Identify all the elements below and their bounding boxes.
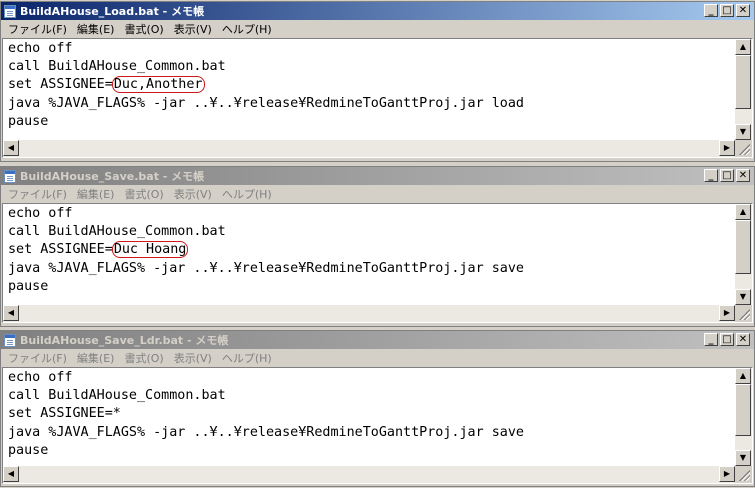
text-editor[interactable]: echo off call BuildAHouse_Common.bat set…: [2, 38, 753, 158]
menu-view[interactable]: 表示(V): [169, 350, 217, 366]
menu-file[interactable]: ファイル(F): [3, 350, 72, 366]
horizontal-scrollbar[interactable]: ◀ ▶: [3, 140, 735, 157]
notepad-window-save-ldr[interactable]: BuildAHouse_Save_Ldr.bat - メモ帳 _ □ ✕ ファイ…: [0, 330, 755, 487]
scroll-thumb[interactable]: [735, 384, 751, 436]
text-line: call BuildAHouse_Common.bat: [8, 59, 226, 75]
resize-grip[interactable]: [735, 140, 752, 157]
menu-edit[interactable]: 編集(E): [72, 350, 120, 366]
text-line: call BuildAHouse_Common.bat: [8, 388, 226, 404]
resize-grip[interactable]: [735, 305, 752, 322]
scroll-left-button[interactable]: ◀: [3, 466, 19, 482]
scroll-up-button[interactable]: ▲: [735, 204, 751, 220]
text-line: call BuildAHouse_Common.bat: [8, 224, 226, 240]
vertical-scrollbar[interactable]: ▲ ▼: [735, 204, 752, 305]
text-content[interactable]: echo off call BuildAHouse_Common.bat set…: [3, 368, 735, 466]
text-line: echo off: [8, 370, 73, 385]
text-line: pause: [8, 113, 49, 129]
text-editor[interactable]: echo off call BuildAHouse_Common.bat set…: [2, 203, 753, 323]
menu-bar: ファイル(F) 編集(E) 書式(O) 表示(V) ヘルプ(H): [1, 20, 754, 38]
resize-grip[interactable]: [735, 466, 752, 483]
menu-view[interactable]: 表示(V): [169, 21, 217, 37]
menu-edit[interactable]: 編集(E): [72, 21, 120, 37]
title-bar[interactable]: BuildAHouse_Save.bat - メモ帳 _ □ ✕: [1, 167, 754, 185]
scroll-down-button[interactable]: ▼: [735, 124, 751, 140]
vertical-scrollbar[interactable]: ▲ ▼: [735, 39, 752, 140]
close-button[interactable]: ✕: [736, 169, 750, 182]
menu-help[interactable]: ヘルプ(H): [217, 350, 277, 366]
title-bar[interactable]: BuildAHouse_Load.bat - メモ帳 _ □ ✕: [1, 2, 754, 20]
notepad-icon[interactable]: [4, 169, 16, 183]
menu-format[interactable]: 書式(O): [119, 186, 168, 202]
scroll-down-button[interactable]: ▼: [735, 450, 751, 466]
menu-format[interactable]: 書式(O): [119, 21, 168, 37]
window-title: BuildAHouse_Save_Ldr.bat - メモ帳: [20, 334, 229, 347]
scroll-thumb[interactable]: [735, 220, 751, 274]
text-line: pause: [8, 278, 49, 294]
notepad-window-save[interactable]: BuildAHouse_Save.bat - メモ帳 _ □ ✕ ファイル(F)…: [0, 166, 755, 327]
menu-format[interactable]: 書式(O): [119, 350, 168, 366]
text-line: set ASSIGNEE=Duc Hoang: [8, 241, 735, 259]
text-content[interactable]: echo off call BuildAHouse_Common.bat set…: [3, 204, 735, 305]
assignee-prefix: set ASSIGNEE=: [8, 77, 113, 93]
text-line: java %JAVA_FLAGS% -jar ..¥..¥release¥Red…: [8, 95, 524, 111]
close-button[interactable]: ✕: [736, 333, 750, 346]
assignee-highlight: Duc Hoang: [111, 241, 189, 259]
horizontal-scrollbar[interactable]: ◀ ▶: [3, 305, 735, 322]
minimize-button[interactable]: _: [704, 333, 718, 346]
scroll-left-button[interactable]: ◀: [3, 140, 19, 156]
text-line: java %JAVA_FLAGS% -jar ..¥..¥release¥Red…: [8, 424, 524, 440]
horizontal-scrollbar[interactable]: ◀ ▶: [3, 466, 735, 483]
scroll-thumb[interactable]: [735, 55, 751, 109]
minimize-button[interactable]: _: [704, 4, 718, 17]
menu-bar: ファイル(F) 編集(E) 書式(O) 表示(V) ヘルプ(H): [1, 349, 754, 367]
scroll-left-button[interactable]: ◀: [3, 305, 19, 321]
scroll-up-button[interactable]: ▲: [735, 39, 751, 55]
menu-bar: ファイル(F) 編集(E) 書式(O) 表示(V) ヘルプ(H): [1, 185, 754, 203]
text-line: echo off: [8, 41, 73, 56]
text-content[interactable]: echo off call BuildAHouse_Common.bat set…: [3, 39, 735, 140]
menu-help[interactable]: ヘルプ(H): [217, 21, 277, 37]
notepad-window-load[interactable]: BuildAHouse_Load.bat - メモ帳 _ □ ✕ ファイル(F)…: [0, 1, 755, 162]
scroll-right-button[interactable]: ▶: [719, 140, 735, 156]
scroll-right-button[interactable]: ▶: [719, 305, 735, 321]
maximize-button[interactable]: □: [720, 169, 734, 182]
text-line: java %JAVA_FLAGS% -jar ..¥..¥release¥Red…: [8, 260, 524, 276]
assignee-prefix: set ASSIGNEE=: [8, 242, 113, 258]
scroll-up-button[interactable]: ▲: [735, 368, 751, 384]
title-bar[interactable]: BuildAHouse_Save_Ldr.bat - メモ帳 _ □ ✕: [1, 331, 754, 349]
text-editor[interactable]: echo off call BuildAHouse_Common.bat set…: [2, 367, 753, 484]
vertical-scrollbar[interactable]: ▲ ▼: [735, 368, 752, 466]
menu-file[interactable]: ファイル(F): [3, 21, 72, 37]
notepad-icon[interactable]: [4, 333, 16, 347]
window-title: BuildAHouse_Load.bat - メモ帳: [20, 5, 205, 18]
scroll-down-button[interactable]: ▼: [735, 289, 751, 305]
text-line: set ASSIGNEE=*: [8, 406, 121, 422]
text-line: echo off: [8, 206, 73, 221]
text-line: pause: [8, 442, 49, 458]
menu-edit[interactable]: 編集(E): [72, 186, 120, 202]
text-line: set ASSIGNEE=Duc,Another: [8, 76, 735, 94]
notepad-icon[interactable]: [4, 4, 16, 18]
assignee-highlight: Duc,Another: [111, 76, 205, 94]
menu-view[interactable]: 表示(V): [169, 186, 217, 202]
maximize-button[interactable]: □: [720, 333, 734, 346]
scroll-right-button[interactable]: ▶: [719, 466, 735, 482]
menu-file[interactable]: ファイル(F): [3, 186, 72, 202]
window-title: BuildAHouse_Save.bat - メモ帳: [20, 170, 205, 183]
menu-help[interactable]: ヘルプ(H): [217, 186, 277, 202]
minimize-button[interactable]: _: [704, 169, 718, 182]
maximize-button[interactable]: □: [720, 4, 734, 17]
close-button[interactable]: ✕: [736, 4, 750, 17]
